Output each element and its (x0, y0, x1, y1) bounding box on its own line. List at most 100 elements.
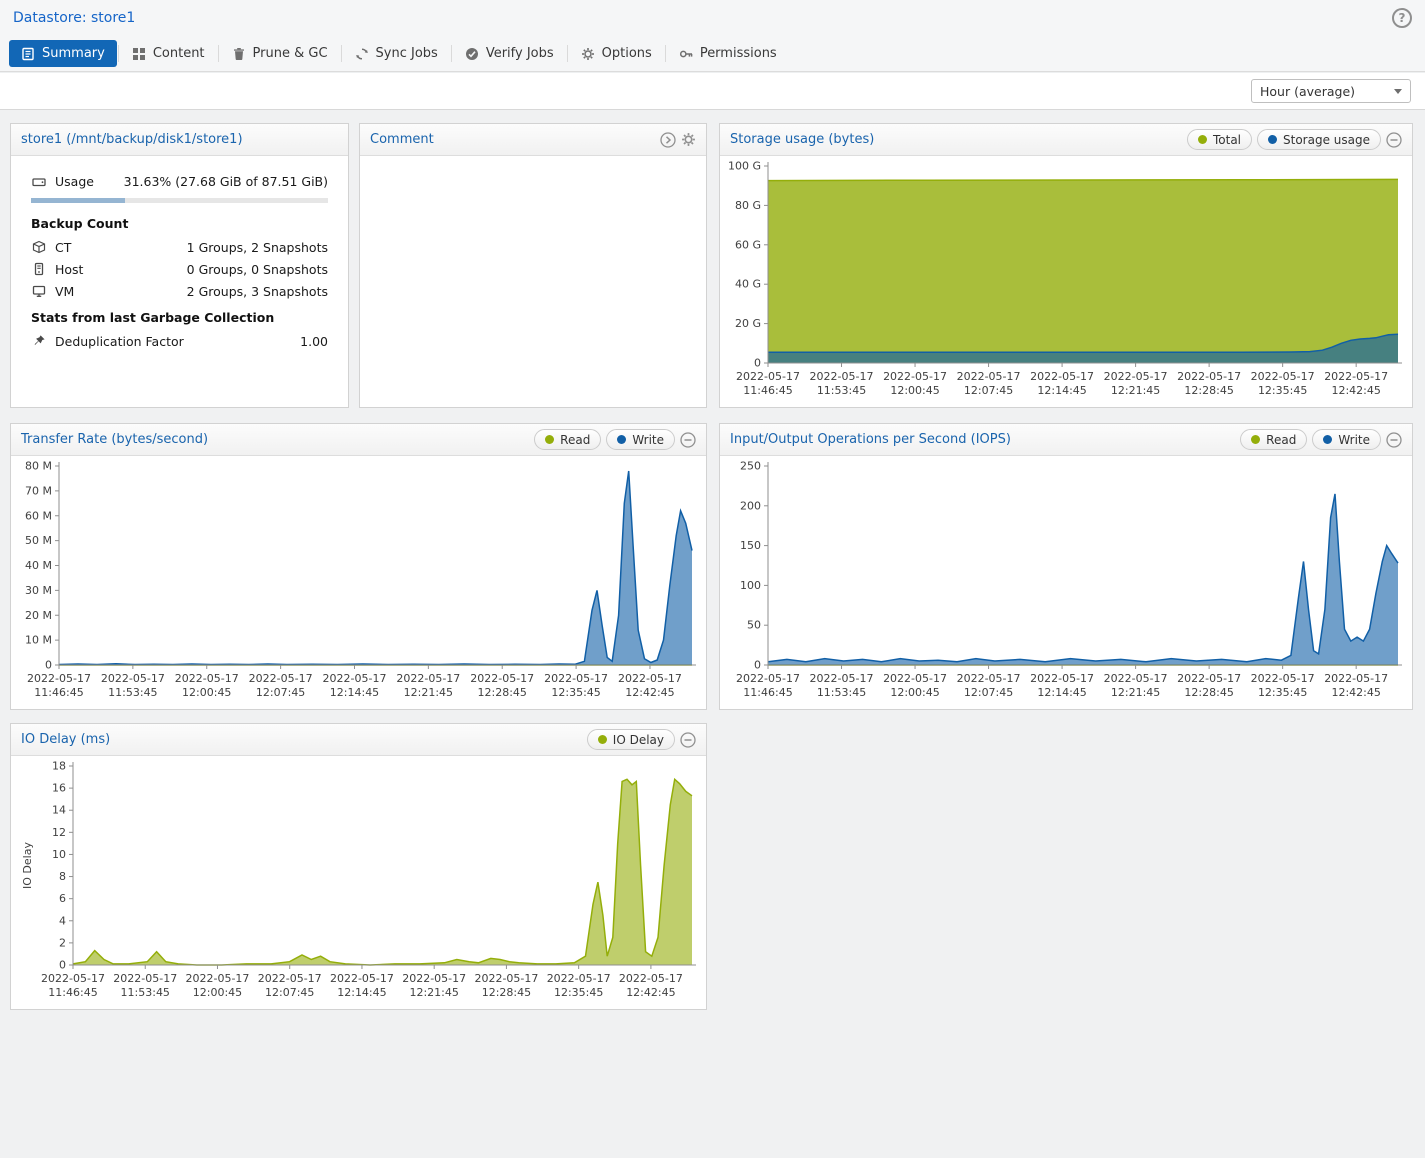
svg-text:0: 0 (45, 659, 52, 672)
gc-stats-title: Stats from last Garbage Collection (31, 310, 328, 325)
legend-read[interactable]: Read (534, 429, 601, 450)
svg-text:11:46:45: 11:46:45 (743, 686, 792, 699)
gear-icon[interactable] (681, 132, 696, 147)
tab-label: Verify Jobs (486, 46, 554, 61)
svg-text:100: 100 (740, 579, 761, 592)
svg-text:2022-05-17: 2022-05-17 (41, 972, 105, 985)
legend-write[interactable]: Write (1312, 429, 1381, 450)
svg-text:2022-05-17: 2022-05-17 (619, 972, 683, 985)
svg-text:40 M: 40 M (25, 559, 52, 572)
usage-progressbar (31, 198, 328, 203)
usage-row: Usage 31.63% (27.68 GiB of 87.51 GiB) (31, 174, 328, 189)
tab-prune-gc[interactable]: Prune & GC (220, 40, 340, 67)
tab-permissions[interactable]: Permissions (667, 40, 789, 67)
svg-text:2022-05-17: 2022-05-17 (396, 672, 460, 685)
storage-usage-chart: 020 G40 G60 G80 G100 G2022-05-1711:46:45… (720, 156, 1412, 407)
svg-text:50: 50 (747, 619, 761, 632)
tab-verify-jobs[interactable]: Verify Jobs (453, 40, 566, 67)
backup-count-value: 2 Groups, 3 Snapshots (187, 284, 328, 299)
svg-text:12:28:45: 12:28:45 (1184, 384, 1233, 397)
svg-text:0: 0 (754, 659, 761, 672)
svg-text:11:53:45: 11:53:45 (121, 986, 170, 999)
svg-text:0: 0 (754, 357, 761, 370)
svg-text:2022-05-17: 2022-05-17 (1177, 370, 1241, 383)
svg-text:8: 8 (59, 870, 66, 883)
series-dot (1323, 435, 1332, 444)
time-range-select[interactable]: Hour (average) (1251, 79, 1411, 103)
svg-text:12:14:45: 12:14:45 (1037, 686, 1086, 699)
svg-text:2022-05-17: 2022-05-17 (113, 972, 177, 985)
expand-icon[interactable] (660, 132, 676, 148)
svg-text:80 G: 80 G (735, 199, 761, 212)
tab-summary[interactable]: Summary (9, 40, 117, 67)
collapse-icon[interactable] (1386, 432, 1402, 448)
svg-text:2022-05-17: 2022-05-17 (957, 370, 1021, 383)
legend-storage-usage[interactable]: Storage usage (1257, 129, 1381, 150)
svg-text:14: 14 (52, 804, 66, 817)
usage-value: 31.63% (27.68 GiB of 87.51 GiB) (124, 174, 328, 189)
gear-icon (581, 47, 595, 61)
table-row: CT 1 Groups, 2 Snapshots (31, 236, 328, 258)
svg-text:12:14:45: 12:14:45 (337, 986, 386, 999)
svg-text:150: 150 (740, 539, 761, 552)
svg-text:10: 10 (52, 848, 66, 861)
dedup-factor-value: 1.00 (300, 334, 328, 349)
svg-text:2022-05-17: 2022-05-17 (957, 672, 1021, 685)
collapse-icon[interactable] (680, 432, 696, 448)
tab-bar: Summary Content Prune & GC Sync Jobs Ver… (0, 36, 1425, 72)
series-dot (598, 735, 607, 744)
table-row: Host 0 Groups, 0 Snapshots (31, 258, 328, 280)
svg-text:12:42:45: 12:42:45 (625, 686, 674, 699)
panel-header: Transfer Rate (bytes/second) Read Write (11, 424, 706, 456)
svg-text:2022-05-17: 2022-05-17 (27, 672, 91, 685)
legend-write[interactable]: Write (606, 429, 675, 450)
svg-text:60 G: 60 G (735, 238, 761, 251)
tab-sync-jobs[interactable]: Sync Jobs (343, 40, 450, 67)
svg-text:2022-05-17: 2022-05-17 (544, 672, 608, 685)
collapse-icon[interactable] (680, 732, 696, 748)
svg-text:2022-05-17: 2022-05-17 (1104, 672, 1168, 685)
svg-text:0: 0 (59, 959, 66, 972)
svg-text:12:28:45: 12:28:45 (478, 686, 527, 699)
table-row: VM 2 Groups, 3 Snapshots (31, 280, 328, 302)
help-button[interactable]: ? (1392, 8, 1412, 28)
iops-chart: 0501001502002502022-05-1711:46:452022-05… (720, 456, 1412, 709)
svg-text:100 G: 100 G (728, 160, 761, 173)
svg-text:2022-05-17: 2022-05-17 (323, 672, 387, 685)
svg-text:12:00:45: 12:00:45 (890, 384, 939, 397)
svg-text:2022-05-17: 2022-05-17 (1324, 370, 1388, 383)
svg-text:10 M: 10 M (25, 634, 52, 647)
key-icon (679, 47, 693, 61)
backup-type-label: VM (55, 284, 74, 299)
svg-text:11:53:45: 11:53:45 (108, 686, 157, 699)
svg-text:200: 200 (740, 499, 761, 512)
legend-io-delay[interactable]: IO Delay (587, 729, 675, 750)
backup-type-label: Host (55, 262, 83, 277)
svg-text:2: 2 (59, 936, 66, 949)
svg-text:11:46:45: 11:46:45 (743, 384, 792, 397)
legend-read[interactable]: Read (1240, 429, 1307, 450)
datastore-info-panel: store1 (/mnt/backup/disk1/store1) Usage … (10, 123, 349, 408)
svg-text:2022-05-17: 2022-05-17 (883, 370, 947, 383)
svg-text:12:21:45: 12:21:45 (1111, 686, 1160, 699)
svg-text:16: 16 (52, 782, 66, 795)
svg-text:12: 12 (52, 826, 66, 839)
usage-label: Usage (55, 174, 94, 189)
comment-panel: Comment (359, 123, 707, 408)
svg-text:11:53:45: 11:53:45 (817, 384, 866, 397)
svg-text:12:07:45: 12:07:45 (256, 686, 305, 699)
io-delay-chart: 0246810121416182022-05-1711:46:452022-05… (11, 756, 706, 1009)
svg-text:2022-05-17: 2022-05-17 (547, 972, 611, 985)
legend-total[interactable]: Total (1187, 129, 1252, 150)
svg-text:30 M: 30 M (25, 584, 52, 597)
ct-cube-icon (31, 240, 46, 254)
tab-options[interactable]: Options (569, 40, 664, 67)
svg-text:20 G: 20 G (735, 317, 761, 330)
host-server-icon (31, 262, 46, 276)
tab-content[interactable]: Content (120, 40, 217, 67)
svg-text:6: 6 (59, 892, 66, 905)
collapse-icon[interactable] (1386, 132, 1402, 148)
svg-text:18: 18 (52, 760, 66, 773)
svg-text:2022-05-17: 2022-05-17 (258, 972, 322, 985)
panel-tools: Total Storage usage (1187, 129, 1402, 150)
